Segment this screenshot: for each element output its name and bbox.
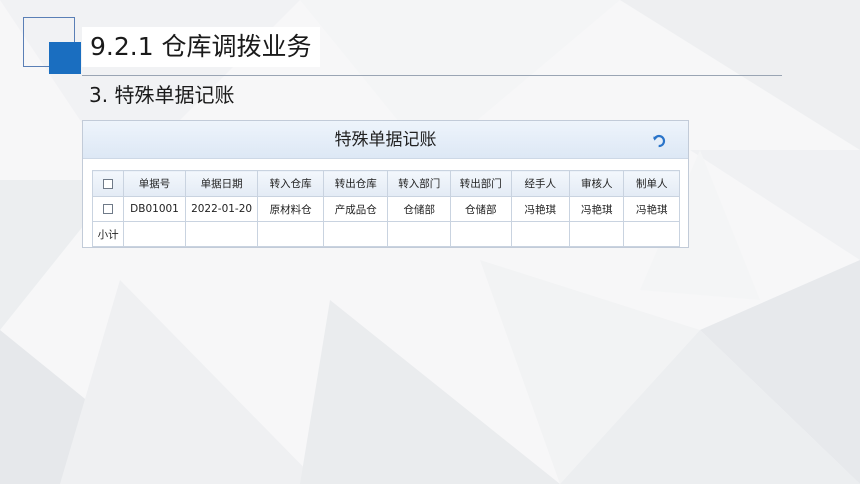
column-header[interactable]: 制单人 [623, 170, 680, 197]
table-cell: DB01001 [123, 196, 186, 222]
table-cell [257, 221, 324, 247]
table-cell [123, 221, 186, 247]
table-cell [623, 221, 680, 247]
table-cell [322, 221, 389, 247]
column-header[interactable]: 转出仓库 [322, 170, 389, 197]
table-cell: 仓储部 [387, 196, 452, 222]
table-cell [450, 221, 512, 247]
special-document-posting-window: 特殊单据记账 单据号 单据日期 转入仓库 转出仓库 转入部门 转出部门 经手人 … [82, 120, 689, 248]
table-cell: 产成品仓 [322, 196, 389, 222]
title-decoration-square [49, 42, 81, 74]
table-cell: 仓储部 [450, 196, 512, 222]
table-cell: 原材料仓 [257, 196, 324, 222]
page-title: 9.2.1 仓库调拨业务 [82, 27, 320, 67]
window-title: 特殊单据记账 [334, 130, 437, 150]
title-divider [82, 75, 782, 76]
section-subtitle: 3. 特殊单据记账 [89, 83, 235, 107]
table-cell [184, 221, 259, 247]
column-header[interactable]: 审核人 [568, 170, 625, 197]
column-header[interactable]: 转入仓库 [257, 170, 324, 197]
row-checkbox[interactable] [91, 196, 125, 222]
table-cell: 冯艳琪 [568, 196, 625, 222]
table-cell: 冯艳琪 [623, 196, 680, 222]
subtotal-label: 小计 [91, 221, 125, 247]
table-row[interactable]: DB01001 2022-01-20 原材料仓 产成品仓 仓储部 仓储部 冯艳琪… [91, 196, 680, 222]
select-all-checkbox[interactable] [91, 170, 125, 197]
column-header[interactable]: 转入部门 [387, 170, 452, 197]
column-header[interactable]: 经手人 [510, 170, 571, 197]
table-cell: 2022-01-20 [184, 196, 259, 222]
subtotal-row: 小计 [91, 221, 680, 247]
window-header: 特殊单据记账 [83, 121, 688, 159]
table-cell: 冯艳琪 [510, 196, 571, 222]
refresh-icon[interactable] [650, 132, 668, 150]
table-cell [510, 221, 571, 247]
column-header[interactable]: 单据号 [123, 170, 186, 197]
document-table: 单据号 单据日期 转入仓库 转出仓库 转入部门 转出部门 经手人 审核人 制单人… [91, 170, 680, 247]
column-header[interactable]: 转出部门 [450, 170, 512, 197]
table-cell [568, 221, 625, 247]
table-cell [387, 221, 452, 247]
table-header-row: 单据号 单据日期 转入仓库 转出仓库 转入部门 转出部门 经手人 审核人 制单人 [91, 170, 680, 197]
column-header[interactable]: 单据日期 [184, 170, 259, 197]
